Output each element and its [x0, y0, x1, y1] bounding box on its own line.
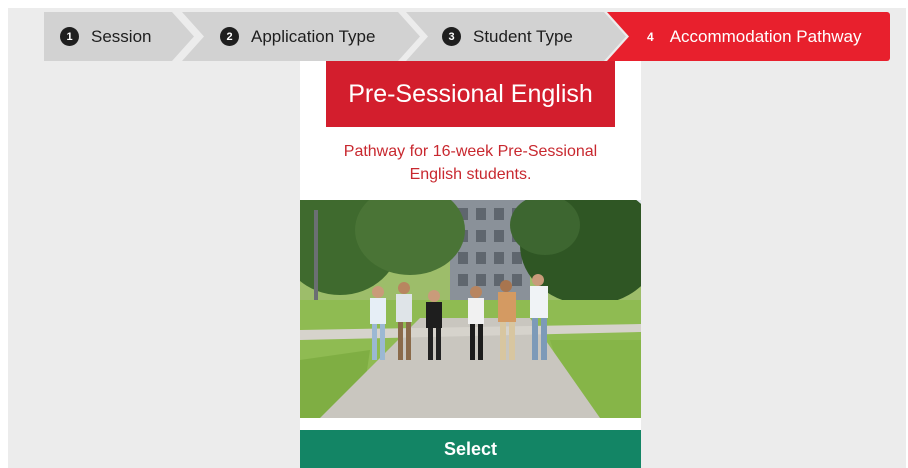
description-line: English students.	[409, 166, 532, 183]
step-number-badge: 3	[442, 27, 461, 46]
campus-photo	[300, 200, 641, 418]
step-label: Application Type	[251, 26, 376, 46]
step-application-type[interactable]: 2 Application Type	[182, 12, 420, 61]
card-description: Pathway for 16-week Pre-Sessional Englis…	[300, 140, 641, 186]
step-label: Student Type	[473, 26, 573, 46]
card-title: Pre-Sessional English	[326, 61, 615, 127]
description-line: Pathway for 16-week Pre-Sessional	[343, 143, 598, 160]
step-label: Session	[91, 26, 152, 46]
step-label: Accommodation Pathway	[669, 26, 862, 46]
step-number-badge: 4	[647, 29, 654, 44]
step-accommodation-pathway[interactable]: 4 Accommodation Pathway	[607, 12, 890, 61]
step-number-badge: 1	[60, 27, 79, 46]
select-button[interactable]: Select	[300, 430, 641, 468]
pathway-card: Pre-Sessional English Pathway for 16-wee…	[300, 61, 641, 468]
campus-photo-illustration	[300, 200, 641, 418]
step-number-badge: 2	[220, 27, 239, 46]
progress-stepper: 1 Session 2 Application Type 3 Student T…	[44, 12, 890, 61]
step-session[interactable]: 1 Session	[44, 12, 194, 61]
step-student-type[interactable]: 3 Student Type	[406, 12, 626, 61]
